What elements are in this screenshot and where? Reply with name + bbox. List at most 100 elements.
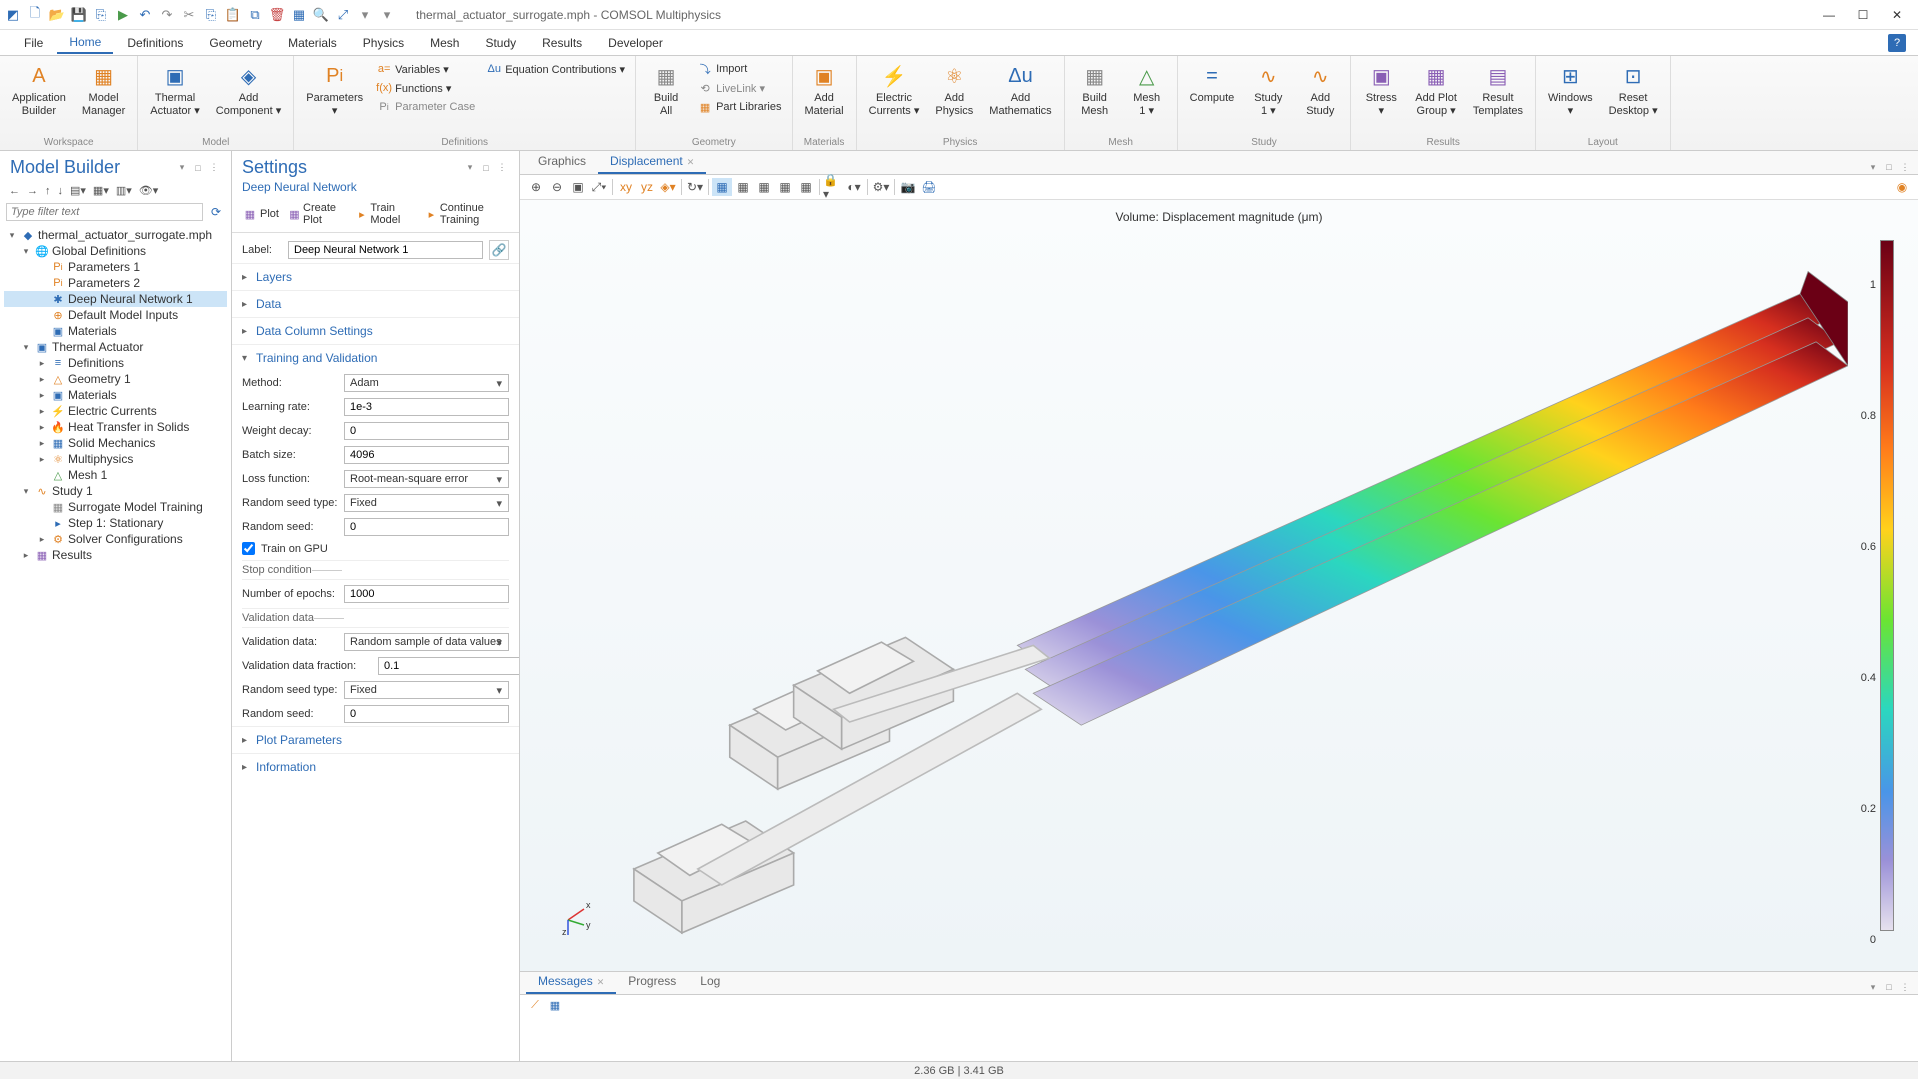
seed-type-select[interactable]: Fixed xyxy=(344,494,509,512)
panel-maximize-icon[interactable]: □ xyxy=(191,161,205,175)
save-as-icon[interactable]: ⎘ xyxy=(92,6,110,24)
tree-params1[interactable]: PiParameters 1 xyxy=(4,259,227,275)
menu-home[interactable]: Home xyxy=(57,32,113,54)
gear-icon[interactable]: ⚙▾ xyxy=(871,178,891,196)
nav-fwd-icon[interactable]: → xyxy=(24,183,41,199)
livelink-button[interactable]: ⟲LiveLink ▾ xyxy=(694,79,785,97)
vseed-type-select[interactable]: Fixed xyxy=(344,681,509,699)
train-model-button[interactable]: ▸Train Model xyxy=(353,200,418,228)
tab-displacement[interactable]: Displacement✕ xyxy=(598,150,706,174)
section-data[interactable]: Data xyxy=(232,290,519,317)
result-templates-button[interactable]: ▤Result Templates xyxy=(1467,58,1529,122)
variables-button[interactable]: a=Variables ▾ xyxy=(373,60,479,78)
zoom-icon[interactable]: ⤢ xyxy=(334,6,352,24)
tab-close-icon[interactable]: ✕ xyxy=(597,977,605,987)
vseed-input[interactable] xyxy=(344,705,509,723)
add-study-button[interactable]: ∿Add Study xyxy=(1296,58,1344,122)
qat-dropdown-icon[interactable]: ▾ xyxy=(378,6,396,24)
panel-minimize-icon[interactable]: ▾ xyxy=(463,161,477,175)
close-button[interactable]: ✕ xyxy=(1880,2,1914,28)
tree-multiphysics[interactable]: ▸⚛Multiphysics xyxy=(4,451,227,467)
cut-icon[interactable]: ✂ xyxy=(180,6,198,24)
view-xy-icon[interactable]: xy xyxy=(616,178,636,196)
rotate-icon[interactable]: ↻▾ xyxy=(685,178,705,196)
new-icon[interactable]: 🗋 xyxy=(26,6,44,24)
tree-mesh1[interactable]: △Mesh 1 xyxy=(4,467,227,483)
tree-root[interactable]: ▾◆thermal_actuator_surrogate.mph xyxy=(4,227,227,243)
menu-definitions[interactable]: Definitions xyxy=(115,33,195,53)
view-yz-icon[interactable]: yz xyxy=(637,178,657,196)
tree-electric-currents[interactable]: ▸⚡Electric Currents xyxy=(4,403,227,419)
panel-minimize-icon[interactable]: ▾ xyxy=(1866,980,1880,994)
parameters-button[interactable]: PiParameters ▾ xyxy=(300,58,369,122)
menu-study[interactable]: Study xyxy=(473,33,528,53)
tree-default-inputs[interactable]: ⊕Default Model Inputs xyxy=(4,307,227,323)
properties-icon[interactable]: ▦ xyxy=(290,6,308,24)
study1-button[interactable]: ∿Study 1 ▾ xyxy=(1244,58,1292,122)
print-icon[interactable]: 🖨 xyxy=(919,178,939,196)
panel-minimize-icon[interactable]: ▾ xyxy=(1866,160,1880,174)
redo-icon[interactable]: ↷ xyxy=(158,6,176,24)
tree-filter-input[interactable] xyxy=(6,203,203,221)
plot-button[interactable]: ▦Plot xyxy=(240,200,282,228)
functions-button[interactable]: f(x)Functions ▾ xyxy=(373,79,479,97)
menu-results[interactable]: Results xyxy=(530,33,594,53)
lock-icon[interactable]: 🔒▾ xyxy=(823,178,843,196)
tree-results[interactable]: ▸▦Results xyxy=(4,547,227,563)
mesh1-button[interactable]: △Mesh 1 ▾ xyxy=(1123,58,1171,122)
wd-input[interactable] xyxy=(344,422,509,440)
delete-icon[interactable]: 🗑 xyxy=(268,6,286,24)
tab-messages[interactable]: Messages✕ xyxy=(526,970,616,994)
run-icon[interactable]: ▶ xyxy=(114,6,132,24)
tab-close-icon[interactable]: ✕ xyxy=(687,157,695,167)
parameter-case-button[interactable]: PiParameter Case xyxy=(373,98,479,116)
menu-mesh[interactable]: Mesh xyxy=(418,33,471,53)
label-input[interactable] xyxy=(288,241,483,259)
nav-up-icon[interactable]: ↑ xyxy=(42,183,54,199)
clear-icon[interactable]: ⟋ xyxy=(528,998,542,1012)
reset-desktop-button[interactable]: ⊡Reset Desktop ▾ xyxy=(1603,58,1664,122)
seed-input[interactable] xyxy=(344,518,509,536)
show-icon[interactable]: ▥▾ xyxy=(113,182,135,199)
copy-msg-icon[interactable]: ▦ xyxy=(548,998,562,1012)
menu-physics[interactable]: Physics xyxy=(351,33,416,53)
compute-button[interactable]: =Compute xyxy=(1184,58,1241,109)
zoom-extents-icon[interactable]: ▾ xyxy=(356,6,374,24)
eye-icon[interactable]: 👁▾ xyxy=(136,182,162,199)
save-icon[interactable]: 💾 xyxy=(70,6,88,24)
tree-solver[interactable]: ▸⚙Solver Configurations xyxy=(4,531,227,547)
add-material-button[interactable]: ▣Add Material xyxy=(799,58,850,122)
zoom-box-icon[interactable]: ▣ xyxy=(568,178,588,196)
add-plot-group-button[interactable]: ▦Add Plot Group ▾ xyxy=(1409,58,1463,122)
tab-graphics[interactable]: Graphics xyxy=(526,150,598,174)
nav-down-icon[interactable]: ↓ xyxy=(55,183,67,199)
menu-materials[interactable]: Materials xyxy=(276,33,349,53)
electric-currents-button[interactable]: ⚡Electric Currents ▾ xyxy=(863,58,926,122)
tree-component[interactable]: ▾▣Thermal Actuator xyxy=(4,339,227,355)
eq-contributions-button[interactable]: ΔuEquation Contributions ▾ xyxy=(483,60,629,78)
label-link-icon[interactable]: 🔗 xyxy=(489,240,509,260)
add-component-button[interactable]: ◈Add Component ▾ xyxy=(210,58,287,122)
panel-menu-icon[interactable]: ⋮ xyxy=(207,161,221,175)
hide-icon[interactable]: ◐▾ xyxy=(844,178,864,196)
tree-comp-materials[interactable]: ▸▣Materials xyxy=(4,387,227,403)
maximize-button[interactable]: ☐ xyxy=(1846,2,1880,28)
add-math-button[interactable]: ΔuAdd Mathematics xyxy=(983,58,1057,122)
paste-icon[interactable]: 📋 xyxy=(224,6,242,24)
minimize-button[interactable]: — xyxy=(1812,2,1846,28)
create-plot-button[interactable]: ▦Create Plot xyxy=(286,200,349,228)
build-all-button[interactable]: ▦Build All xyxy=(642,58,690,122)
tree-study1[interactable]: ▾∿Study 1 xyxy=(4,483,227,499)
tree-geometry[interactable]: ▸△Geometry 1 xyxy=(4,371,227,387)
section-training[interactable]: Training and Validation xyxy=(232,344,519,371)
build-mesh-button[interactable]: ▦Build Mesh xyxy=(1071,58,1119,122)
panel-maximize-icon[interactable]: □ xyxy=(1882,980,1896,994)
zoom-out-icon[interactable]: ⊖ xyxy=(547,178,567,196)
tree-global-defs[interactable]: ▾🌐Global Definitions xyxy=(4,243,227,259)
camera-icon[interactable]: 📷 xyxy=(898,178,918,196)
expand-icon[interactable]: ▦▾ xyxy=(90,182,112,199)
windows-button[interactable]: ⊞Windows ▾ xyxy=(1542,58,1599,122)
tab-log[interactable]: Log xyxy=(688,970,732,994)
continue-training-button[interactable]: ▸Continue Training xyxy=(423,200,511,228)
collapse-icon[interactable]: ▤▾ xyxy=(67,182,89,199)
